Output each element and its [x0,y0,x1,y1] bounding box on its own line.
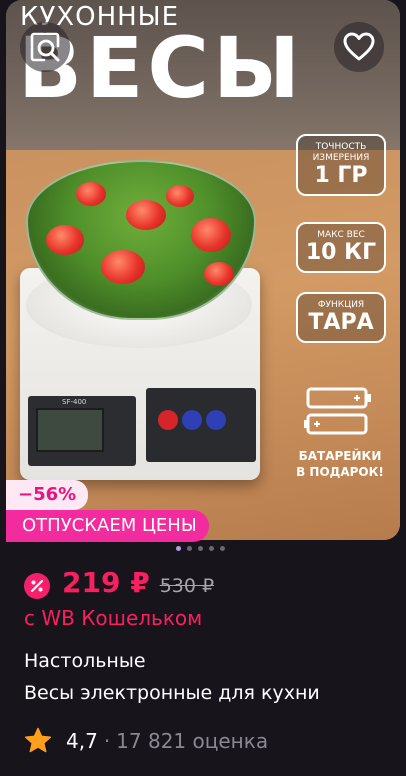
rating-row: 4,7 · 17 821 оценка [24,727,268,754]
old-price: 530 ₽ [159,575,215,597]
wallet-price-note: с WB Кошельком [24,606,203,630]
rating-value: 4,7 [66,728,98,753]
badge-max-weight: МАКС ВЕС 10 КГ [296,222,386,273]
badge-max-weight-value: 10 КГ [305,240,377,265]
discount-badge: −56% [6,480,89,510]
product-name-line-1[interactable]: Настольные [24,650,146,672]
tomato-slice [101,250,145,284]
product-image[interactable]: КУХОННЫЕ ВЕСЫ SF-400 ТОЧНОСТЬ ИЗМЕРЕНИЯ … [6,0,400,540]
tomato-slice [191,218,231,252]
battery-gift-text: БАТАРЕЙКИ В ПОДАРОК! [296,449,384,479]
carousel-indicator [176,546,225,551]
scale-buttons-panel [146,388,256,462]
scale-button-red [158,410,178,430]
scale-button-blue [206,410,226,430]
current-price: 219 ₽ [62,566,150,599]
promo-label: ОТПУСКАЕМ ЦЕНЫ [6,510,209,542]
carousel-dot [187,546,192,551]
percent-icon [24,573,50,599]
rating-separator: · [103,728,111,753]
tomato-slice [204,262,234,286]
badge-tare: ФУНКЦИЯ ТАРА [296,292,386,343]
tomato-slice [76,182,106,206]
star-icon [24,727,52,753]
product-card[interactable]: КУХОННЫЕ ВЕСЫ SF-400 ТОЧНОСТЬ ИЗМЕРЕНИЯ … [0,0,406,776]
favorite-button[interactable] [334,22,384,72]
product-name-line-2[interactable]: Весы электронные для кухни [24,682,320,704]
carousel-dot [220,546,225,551]
heart-icon [343,32,375,61]
scale-button-blue [182,410,202,430]
lcd-screen [36,408,104,452]
tomato-slice [46,225,84,255]
scale-model-label: SF-400 [62,398,87,406]
carousel-dot [198,546,203,551]
carousel-dot-active [176,546,181,551]
badge-accuracy: ТОЧНОСТЬ ИЗМЕРЕНИЯ 1 ГР [296,134,386,196]
badge-accuracy-value: 1 ГР [314,163,368,188]
price-row: 219 ₽ 530 ₽ [24,566,214,599]
tomato-slice [126,200,166,230]
battery-icon [304,387,371,435]
badge-tare-value: ТАРА [308,310,374,335]
search-similar-button[interactable] [20,22,70,72]
search-similar-icon [30,32,60,62]
carousel-dot [209,546,214,551]
badge-accuracy-caption: ТОЧНОСТЬ ИЗМЕРЕНИЯ [312,142,370,163]
scale-display: SF-400 [28,396,136,466]
tomato-slice [166,185,194,207]
reviews-count[interactable]: 17 821 оценка [116,729,268,753]
